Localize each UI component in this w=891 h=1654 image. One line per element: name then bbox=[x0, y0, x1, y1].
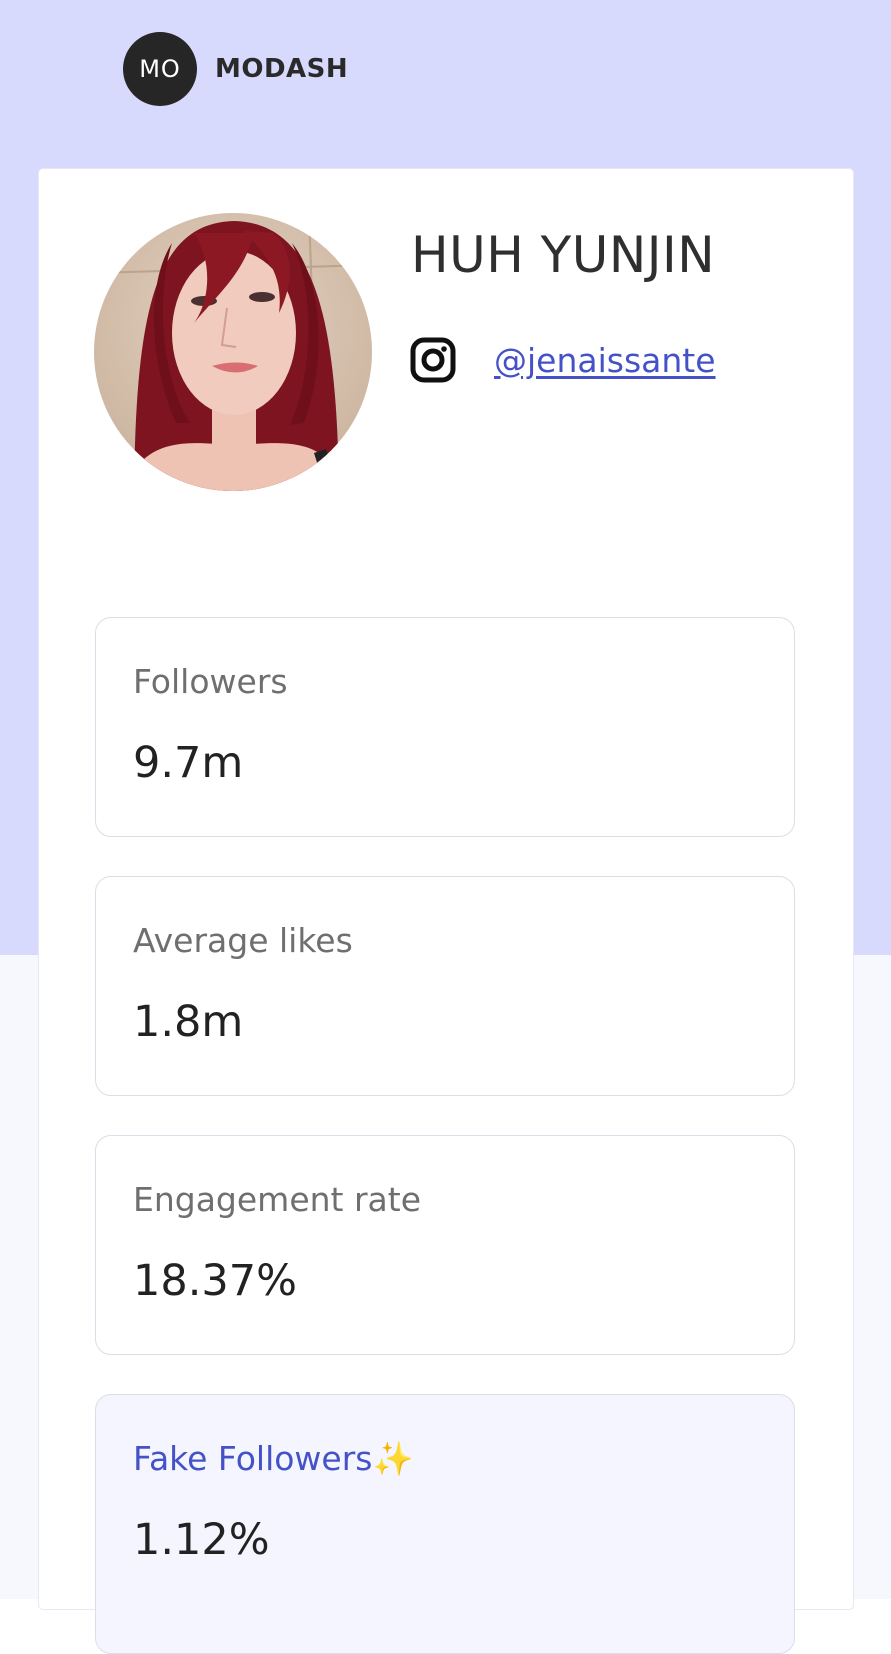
stat-value: 1.8m bbox=[133, 997, 244, 1047]
stat-value: 9.7m bbox=[133, 738, 244, 788]
stat-label: Average likes bbox=[133, 921, 353, 960]
stat-engagement-rate: Engagement rate 18.37% bbox=[95, 1135, 795, 1355]
profile-handle-row: @jenaissante bbox=[410, 336, 716, 384]
avatar bbox=[94, 213, 372, 491]
stat-value: 18.37% bbox=[133, 1256, 297, 1306]
instagram-icon[interactable] bbox=[410, 337, 456, 383]
brand-header: MO MODASH bbox=[123, 32, 348, 106]
profile-name: HUH YUNJIN bbox=[411, 226, 716, 284]
instagram-handle-link[interactable]: @jenaissante bbox=[494, 341, 716, 380]
stat-value: 1.12% bbox=[133, 1515, 270, 1565]
stat-label: Followers bbox=[133, 662, 288, 701]
stat-average-likes: Average likes 1.8m bbox=[95, 876, 795, 1096]
stat-fake-followers[interactable]: Fake Followers✨ 1.12% bbox=[95, 1394, 795, 1654]
stat-followers: Followers 9.7m bbox=[95, 617, 795, 837]
stat-label: Fake Followers✨ bbox=[133, 1439, 414, 1478]
profile-card: HUH YUNJIN @jenaissante Followers 9.7m A… bbox=[39, 169, 853, 1654]
modash-logo[interactable]: MO bbox=[123, 32, 197, 106]
stat-label: Engagement rate bbox=[133, 1180, 422, 1219]
brand-name: MODASH bbox=[215, 54, 349, 84]
